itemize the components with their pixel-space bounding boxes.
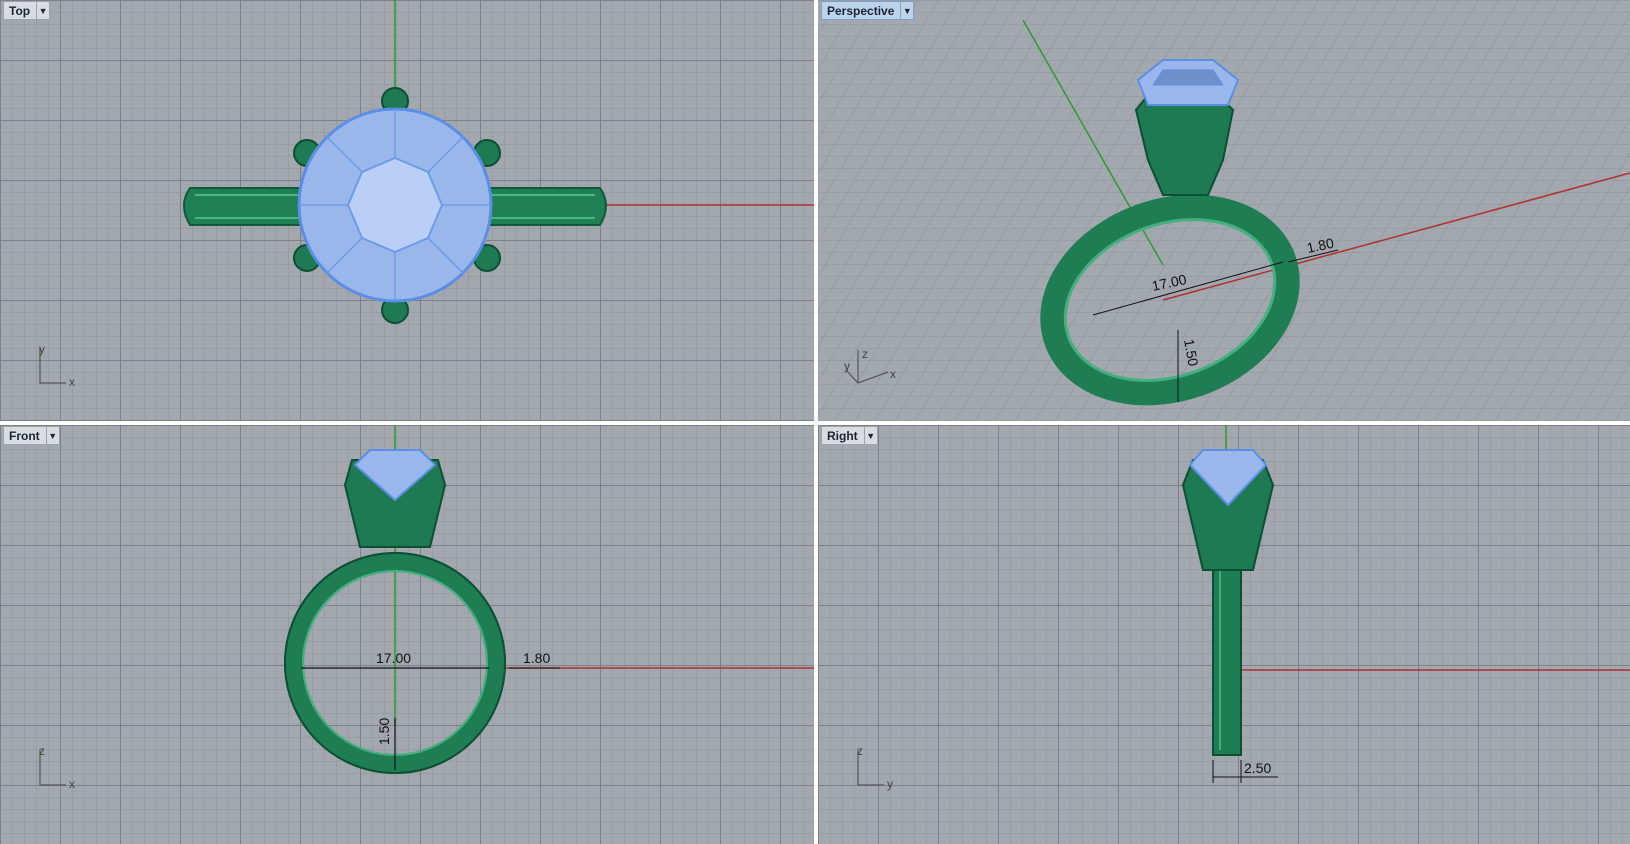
viewport-label: Right xyxy=(827,428,858,443)
viewport-tab-right[interactable]: Right ▼ xyxy=(821,426,878,445)
viewport-top[interactable]: y x Top ▼ xyxy=(0,0,814,421)
axis-label-y: y xyxy=(887,777,893,791)
viewport-label: Front xyxy=(9,428,40,443)
viewport-front[interactable]: 17.00 1.80 1.50 z x Front ▼ xyxy=(0,425,814,844)
dropdown-arrow-icon[interactable]: ▼ xyxy=(45,427,59,444)
dropdown-arrow-icon[interactable]: ▼ xyxy=(863,427,877,444)
ring-band[interactable] xyxy=(1212,564,1242,756)
axis-label-y: y xyxy=(39,342,45,356)
dimension-band-thickness[interactable]: 1.50 xyxy=(376,718,392,745)
axis-label-z: z xyxy=(39,744,45,758)
viewport-tab-front[interactable]: Front ▼ xyxy=(3,426,60,445)
axis-label-z: z xyxy=(857,744,863,758)
axis-label-z: z xyxy=(862,347,868,361)
front-view-scene[interactable]: 17.00 1.80 1.50 z x xyxy=(0,425,814,844)
dimension-shank-width[interactable]: 2.50 xyxy=(1244,760,1271,776)
viewport-label: Top xyxy=(9,3,31,18)
viewport-label: Perspective xyxy=(827,3,895,18)
viewport-tab-top[interactable]: Top ▼ xyxy=(3,1,51,20)
dimension-band-width[interactable]: 1.80 xyxy=(523,650,550,666)
axis-label-y: y xyxy=(844,359,850,373)
viewport-tab-perspective[interactable]: Perspective ▼ xyxy=(821,1,915,20)
right-view-scene[interactable]: 2.50 z y xyxy=(818,425,1630,844)
dropdown-arrow-icon[interactable]: ▼ xyxy=(900,2,913,19)
viewport-perspective[interactable]: 17.00 1.80 1.50 z y x Perspective ▼ xyxy=(818,0,1630,421)
dropdown-arrow-icon[interactable]: ▼ xyxy=(36,2,49,19)
top-view-scene[interactable]: y x xyxy=(0,0,814,421)
perspective-scene[interactable]: 17.00 1.80 1.50 z y x xyxy=(818,0,1630,421)
axis-label-x: x xyxy=(69,777,75,791)
dimension-diameter[interactable]: 17.00 xyxy=(376,650,411,666)
axis-label-x: x xyxy=(69,375,75,389)
axis-label-x: x xyxy=(890,367,896,381)
viewport-right[interactable]: 2.50 z y Right ▼ xyxy=(818,425,1630,844)
